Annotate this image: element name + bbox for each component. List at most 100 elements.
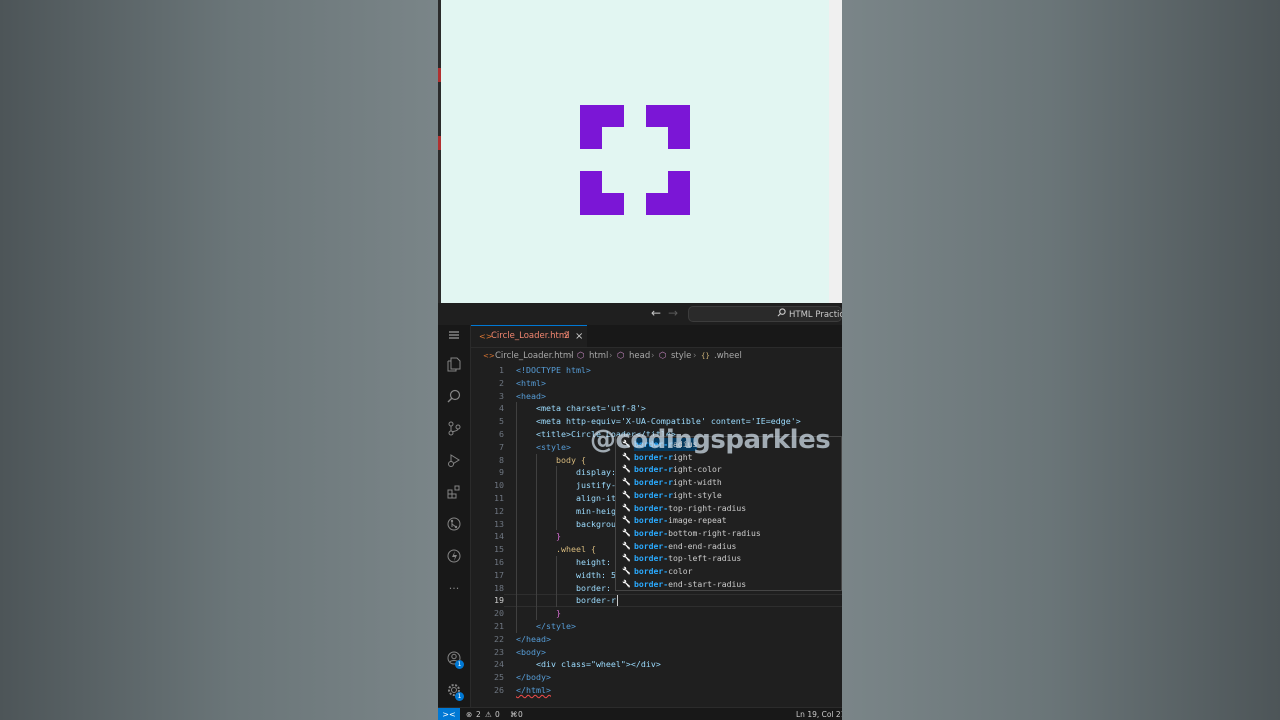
line-number: 24 [494,659,504,670]
error-icon[interactable]: ⊗ [466,708,472,720]
breadcrumb-item-html[interactable]: html [589,348,608,364]
code-line: <!DOCTYPE html> [516,364,591,377]
code-text: body { [556,454,586,465]
suggestion-item[interactable]: 🔧 border-right-style [616,489,841,502]
source-control-icon[interactable] [438,417,470,441]
suggestion-item[interactable]: 🔧 border-bottom-right-radius [616,527,841,540]
code-text: </style> [536,621,576,631]
lightning-icon[interactable] [438,545,470,569]
suggestion-match: border- [634,527,669,538]
forward-arrow-icon[interactable]: → [668,306,678,320]
suggestion-match: border- [634,566,669,576]
suggestion-item[interactable]: 🔧 border-right-color [616,463,841,476]
code-text: border: [576,582,611,593]
line-number: 14 [494,531,504,542]
code-line: <body> [516,646,546,659]
suggestion-item[interactable]: 🔧 border-end-start-radius [616,578,841,591]
ports-icon[interactable]: ⌘ [510,708,518,720]
code-text: <style> [536,441,571,452]
suggestion-match: border- [634,464,669,475]
code-line: </html> [516,684,551,697]
preview-page [441,0,829,303]
suggestion-rest: ight-color [673,464,722,475]
html-file-icon: <> [483,352,495,360]
indent-guide [516,402,517,633]
line-number: 10 [494,480,504,491]
code-line: border: [576,582,611,595]
line-number: 18 [494,582,504,593]
breadcrumb-item-file[interactable]: Circle_Loader.html [495,348,574,364]
code-line: min-heig [576,505,616,518]
run-debug-icon[interactable] [438,449,470,473]
close-icon[interactable]: × [575,326,583,347]
line-number: 11 [494,493,504,503]
breadcrumb: <> Circle_Loader.html › ⬡ html › ⬡ head … [471,348,842,364]
code-line: width: 5 [576,569,616,582]
code-line: border-r [576,594,616,607]
suggestion-item[interactable]: 🔧 border-color [616,565,841,578]
line-number: 3 [499,390,504,401]
remote-indicator-icon[interactable]: >< [438,708,460,720]
menu-icon[interactable] [438,325,470,349]
explorer-icon[interactable] [438,353,470,377]
property-wrench-icon: 🔧 [622,567,631,575]
property-wrench-icon: 🔧 [622,528,631,537]
suggestion-item[interactable]: 🔧 border-right-width [616,476,841,489]
chevron-right-icon: › [609,351,613,361]
suggestion-rest: image-repeat [668,515,727,526]
line-number: 4 [499,403,504,414]
code-line: <div class="wheel"></div> [536,658,661,671]
suggestion-item[interactable]: 🔧 border-top-right-radius [616,502,841,515]
code-text: } [556,531,561,542]
line-number: 21 [494,621,504,631]
command-center-label: HTML Practices [789,310,842,320]
element-icon: ⬡ [617,351,625,361]
code-text: align-it [576,493,616,503]
suggestion-item[interactable]: 🔧 border-image-repeat [616,514,841,527]
tab-label: Circle_Loader.html [491,331,570,341]
error-count: 2 [476,710,481,719]
suggestion-label: border-color [634,565,693,578]
property-wrench-icon: 🔧 [622,541,631,550]
property-wrench-icon: 🔧 [622,478,631,487]
breadcrumb-item-head[interactable]: head [629,348,650,364]
suggestion-label: border-right-style [634,489,722,502]
cursor-position[interactable]: Ln 19, Col 21 [796,708,842,720]
more-icon[interactable]: ··· [438,577,470,601]
code-text: backgrou [576,518,616,529]
status-bar: >< ⊗ 2 ⚠ 0 ⌘ 0 Ln 19, Col 21 [438,707,842,720]
property-wrench-icon: 🔧 [622,503,631,512]
line-number: 5 [499,416,504,427]
code-text: display: [576,467,616,478]
account-icon[interactable]: 1 [438,647,470,671]
code-text: <div class="wheel"></div> [536,659,661,670]
suggestion-rest: end-start-radius [668,578,747,589]
command-center[interactable]: HTML Practices [688,306,842,322]
extensions-icon[interactable] [438,481,470,505]
property-wrench-icon: 🔧 [622,554,631,563]
code-text: <html> [516,377,546,388]
suggestion-rest: ight-style [673,489,722,500]
warning-icon[interactable]: ⚠ [485,708,492,720]
preview-scrollbar[interactable] [829,0,842,303]
suggestion-match: border- [634,515,669,526]
git-graph-icon[interactable] [438,513,470,537]
breadcrumb-item-style[interactable]: style [671,348,691,364]
back-arrow-icon[interactable]: ← [651,306,661,320]
tab-circle-loader[interactable]: <> Circle_Loader.html 2 × [471,325,587,347]
suggestion-item[interactable]: 🔧 border-top-left-radius [616,552,841,565]
code-line: justify- [576,479,616,492]
suggestion-rest: color [668,566,693,576]
code-text: width: 5 [576,569,616,580]
css-rule-icon: {} [701,352,710,360]
breadcrumb-item-wheel[interactable]: .wheel [714,348,742,364]
suggestion-item[interactable]: 🔧 border-end-end-radius [616,540,841,553]
settings-gear-icon[interactable]: 1 [438,679,470,703]
line-number: 25 [494,672,504,683]
code-text: height: [576,557,616,567]
account-badge: 1 [455,660,464,669]
line-number: 22 [494,633,504,644]
line-number: 19 [494,595,504,606]
property-wrench-icon: 🔧 [622,490,631,499]
search-icon[interactable] [438,385,470,409]
